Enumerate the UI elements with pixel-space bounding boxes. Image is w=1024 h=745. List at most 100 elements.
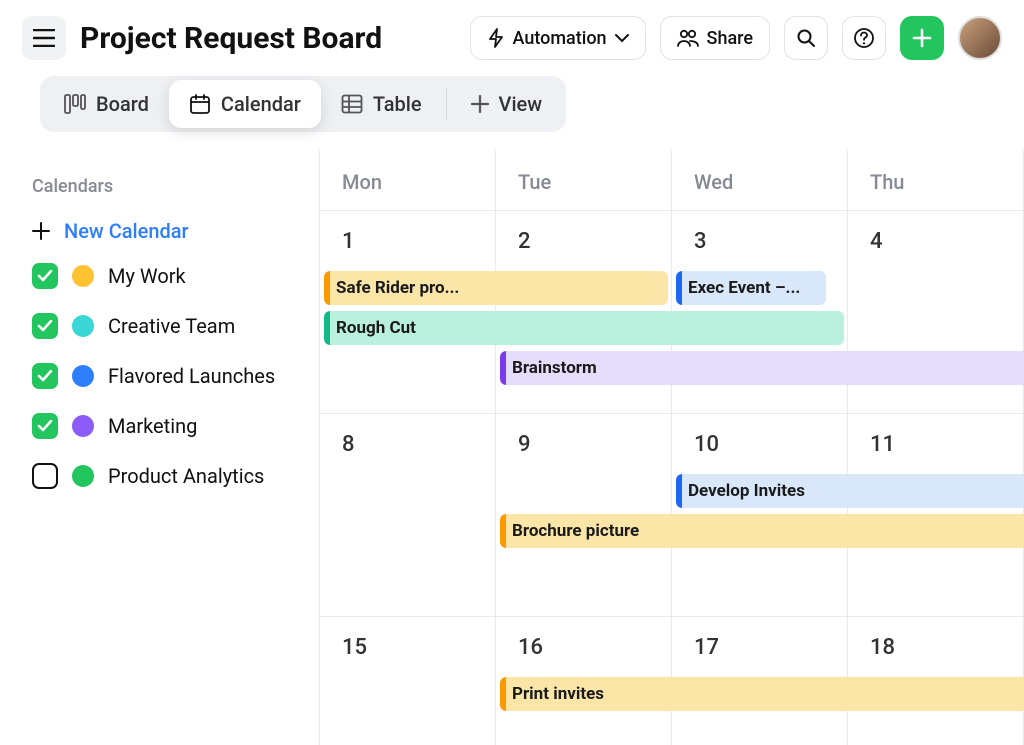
board-icon — [64, 94, 86, 114]
tab-label: Table — [373, 92, 422, 116]
calendar-filter-item[interactable]: Flavored Launches — [32, 351, 293, 401]
color-dot — [72, 415, 94, 437]
event-bar[interactable]: Develop Invites — [676, 474, 1024, 508]
calendar-filter-label: Marketing — [108, 414, 197, 438]
checkbox[interactable] — [32, 263, 58, 289]
event-stripe — [324, 271, 330, 305]
calendar-week: 8 9 10 11 Develop Invites Brochure picture — [320, 414, 1024, 617]
sidebar: Calendars New Calendar My Work Creative T… — [0, 150, 320, 745]
day-number: 16 — [518, 635, 649, 660]
calendar-day-cell[interactable]: 8 — [320, 414, 496, 616]
search-icon — [796, 28, 816, 48]
day-number: 1 — [342, 229, 473, 254]
calendar-filter-item[interactable]: Creative Team — [32, 301, 293, 351]
tab-label: Board — [96, 92, 149, 116]
event-bar[interactable]: Rough Cut — [324, 311, 844, 345]
event-stripe — [676, 271, 682, 305]
check-icon — [37, 270, 53, 282]
table-icon — [341, 94, 363, 114]
tab-board[interactable]: Board — [44, 80, 169, 128]
tab-table[interactable]: Table — [321, 80, 442, 128]
page-title: Project Request Board — [80, 21, 456, 56]
event-bar[interactable]: Exec Event –... — [676, 271, 826, 305]
event-stripe — [676, 474, 682, 508]
plus-icon — [32, 222, 50, 240]
event-bar[interactable]: Brochure picture — [500, 514, 1024, 548]
color-dot — [72, 265, 94, 287]
view-tab-bar: Board Calendar Table View — [40, 76, 566, 132]
new-calendar-button[interactable]: New Calendar — [32, 211, 293, 251]
help-button[interactable] — [842, 16, 886, 60]
calendar-filter-label: Flavored Launches — [108, 364, 275, 388]
event-label: Exec Event –... — [688, 278, 800, 298]
help-icon — [853, 27, 875, 49]
calendar-week: 15 16 17 18 Print invites — [320, 617, 1024, 745]
event-stripe — [324, 311, 330, 345]
automation-button[interactable]: Automation — [470, 16, 646, 60]
event-stripe — [500, 351, 506, 385]
calendar-filter-label: Product Analytics — [108, 464, 264, 488]
event-label: Safe Rider pro... — [336, 278, 459, 298]
day-header: Thu — [848, 150, 1024, 210]
sidebar-heading: Calendars — [32, 176, 293, 197]
check-icon — [37, 320, 53, 332]
event-label: Brochure picture — [512, 521, 639, 541]
day-number: 15 — [342, 635, 473, 660]
plus-icon — [471, 95, 489, 113]
checkbox[interactable] — [32, 363, 58, 389]
event-label: Rough Cut — [336, 318, 416, 338]
color-dot — [72, 365, 94, 387]
day-number: 17 — [694, 635, 825, 660]
color-dot — [72, 315, 94, 337]
color-dot — [72, 465, 94, 487]
day-header: Mon — [320, 150, 496, 210]
calendar-filter-item[interactable]: My Work — [32, 251, 293, 301]
day-number: 18 — [870, 635, 1001, 660]
event-bar[interactable]: Brainstorm — [500, 351, 1024, 385]
tab-add-view[interactable]: View — [451, 80, 563, 128]
tab-separator — [446, 89, 447, 119]
lightning-icon — [487, 28, 505, 48]
check-icon — [37, 370, 53, 382]
avatar[interactable] — [958, 16, 1002, 60]
checkbox[interactable] — [32, 313, 58, 339]
calendar-filter-label: My Work — [108, 264, 186, 288]
event-label: Brainstorm — [512, 358, 597, 378]
check-icon — [37, 420, 53, 432]
calendar-grid: MonTueWedThu 1234Safe Rider pro...Exec E… — [320, 150, 1024, 745]
checkbox[interactable] — [32, 413, 58, 439]
day-number: 9 — [518, 432, 649, 457]
day-header: Wed — [672, 150, 848, 210]
search-button[interactable] — [784, 16, 828, 60]
calendar-icon — [189, 93, 211, 115]
chevron-down-icon — [615, 34, 629, 43]
event-label: Print invites — [512, 684, 604, 704]
menu-button[interactable] — [22, 16, 66, 60]
day-number: 3 — [694, 229, 825, 254]
plus-icon — [912, 28, 932, 48]
event-stripe — [500, 677, 506, 711]
people-icon — [677, 29, 699, 47]
day-number: 10 — [694, 432, 825, 457]
calendar-filter-item[interactable]: Marketing — [32, 401, 293, 451]
day-number: 11 — [870, 432, 1001, 457]
calendar-day-cell[interactable]: 15 — [320, 617, 496, 745]
share-button[interactable]: Share — [660, 16, 770, 60]
event-bar[interactable]: Print invites — [500, 677, 1024, 711]
calendar-week: 1 2 3 4 Safe Rider pro... Exec Event –... Roug… — [320, 211, 1024, 414]
event-label: Develop Invites — [688, 481, 805, 501]
add-button[interactable] — [900, 16, 944, 60]
checkbox[interactable] — [32, 463, 58, 489]
event-bar[interactable]: Safe Rider pro... — [324, 271, 668, 305]
calendar-filter-item[interactable]: Product Analytics — [32, 451, 293, 501]
day-number: 8 — [342, 432, 473, 457]
event-stripe — [500, 514, 506, 548]
hamburger-icon — [33, 29, 55, 47]
day-number: 2 — [518, 229, 649, 254]
day-number: 4 — [870, 229, 1001, 254]
automation-label: Automation — [513, 28, 607, 49]
tab-label: View — [499, 92, 543, 116]
tab-calendar[interactable]: Calendar — [169, 80, 321, 128]
calendar-filter-label: Creative Team — [108, 314, 235, 338]
share-label: Share — [707, 28, 753, 49]
